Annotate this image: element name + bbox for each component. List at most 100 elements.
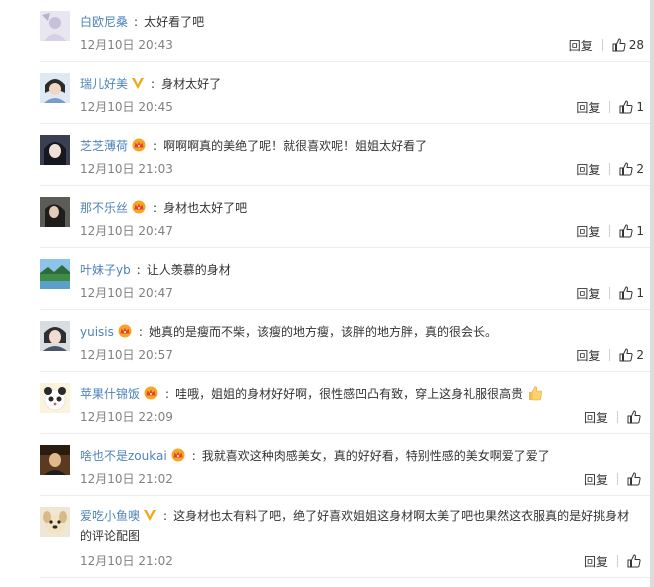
colon: : [163, 509, 168, 523]
avatar[interactable] [40, 197, 70, 227]
like-button[interactable]: 1 [619, 100, 644, 114]
comment-time[interactable]: 12月10日 20:47 [80, 285, 173, 301]
like-count: 1 [636, 286, 644, 300]
comment-item: 爱吃小鱼噢: 这身材也太有料了吧，绝了好喜欢姐姐这身材啊太美了吧也果然这衣服真的是… [0, 496, 650, 578]
colon: : [134, 15, 139, 29]
avatar[interactable] [40, 507, 70, 537]
comment-actions: 回复 2 [576, 345, 644, 365]
reply-button[interactable]: 回复 [576, 161, 600, 178]
comment-text: 哇哦，姐姐的身材好好啊，很性感凹凸有致，穿上这身礼服很高贵 [175, 387, 524, 401]
comment-text: 我就喜欢这种肉感美女，真的好好看，特别性感的美女啊爱了爱了 [201, 449, 550, 463]
action-divider [609, 349, 611, 361]
thumbs-up-icon [627, 554, 641, 568]
reply-button[interactable]: 回复 [576, 99, 600, 116]
like-button[interactable]: 2 [619, 162, 644, 176]
avatar[interactable] [40, 135, 70, 165]
comment-actions: 回复 1 [576, 97, 644, 117]
action-divider [609, 163, 611, 175]
avatar[interactable] [40, 321, 70, 351]
reply-button[interactable]: 回复 [576, 223, 600, 240]
username-link[interactable]: 爱吃小鱼噢 [80, 509, 140, 523]
action-divider [617, 473, 618, 485]
like-button[interactable] [627, 472, 644, 486]
comment-item: 那不乐丝: 身材也太好了吧 12月10日 20:47 回复 1 [0, 186, 650, 248]
comment-item: yuisis: 她真的是瘦而不柴，该瘦的地方瘦，该胖的地方胖，真的很会长。 12月… [0, 310, 650, 372]
comment-actions: 回复 [584, 407, 644, 427]
reply-button[interactable]: 回复 [584, 553, 608, 570]
colon: : [136, 263, 141, 277]
comment-time[interactable]: 12月10日 21:02 [80, 553, 173, 569]
avatar[interactable] [40, 11, 70, 41]
colon: : [153, 201, 158, 215]
comment-time[interactable]: 12月10日 20:57 [80, 347, 173, 363]
like-button[interactable] [627, 554, 644, 568]
username-link[interactable]: 那不乐丝 [80, 201, 128, 215]
username-link[interactable]: 芝芝薄荷 [80, 139, 128, 153]
comment-time[interactable]: 12月10日 20:47 [80, 223, 173, 239]
avatar[interactable] [40, 445, 70, 475]
comment-line: 苹果什锦饭: 哇哦，姐姐的身材好好啊，很性感凹凸有致，穿上这身礼服很高贵 [80, 385, 636, 403]
comment-line: yuisis: 她真的是瘦而不柴，该瘦的地方瘦，该胖的地方胖，真的很会长。 [80, 323, 636, 341]
comment-time[interactable]: 12月10日 21:02 [80, 471, 173, 487]
action-divider [609, 287, 611, 299]
thumbs-up-icon [619, 286, 633, 300]
action-divider [609, 225, 611, 237]
comment-time[interactable]: 12月10日 20:45 [80, 99, 173, 115]
username-link[interactable]: yuisis [80, 325, 114, 339]
username-link[interactable]: 苹果什锦饭 [80, 387, 140, 401]
comment-time[interactable]: 12月10日 20:43 [80, 37, 173, 53]
username-link[interactable]: 白欧尼桑 [80, 15, 128, 29]
comment-line: 白欧尼桑: 太好看了吧 [80, 13, 636, 31]
comment-item: 白欧尼桑: 太好看了吧 12月10日 20:43 回复 28 [0, 0, 650, 62]
like-count: 2 [636, 162, 644, 176]
comment-text: 让人羡慕的身材 [146, 263, 231, 277]
username-link[interactable]: 叶妹子yb [80, 263, 131, 277]
comment-line: 叶妹子yb: 让人羡慕的身材 [80, 261, 636, 279]
comment-item: 芝芝薄荷: 啊啊啊真的美绝了呢！就很喜欢呢！姐姐太好看了 12月10日 21:03… [0, 124, 650, 186]
comment-line: 啥也不是zoukai: 我就喜欢这种肉感美女，真的好好看，特别性感的美女啊爱了爱了 [80, 447, 636, 465]
comment-list: 白欧尼桑: 太好看了吧 12月10日 20:43 回复 28 瑞儿好美: 身材太好了… [0, 0, 650, 587]
comment-text: 身材也太好了吧 [163, 201, 248, 215]
reply-button[interactable]: 回复 [569, 37, 593, 54]
reply-button[interactable]: 回复 [584, 409, 608, 426]
reply-button[interactable]: 回复 [584, 471, 608, 488]
reply-button[interactable]: 回复 [576, 347, 600, 364]
comment-line: 瑞儿好美: 身材太好了 [80, 75, 636, 93]
thumbs-up-icon [627, 472, 641, 486]
crown-icon [132, 138, 146, 152]
comment-line: 爱吃小鱼噢: 这身材也太有料了吧，绝了好喜欢姐姐这身材啊太美了吧也果然这衣服真的是… [80, 506, 638, 546]
like-button[interactable]: 1 [619, 286, 644, 300]
action-divider [617, 555, 618, 567]
comment-actions: 回复 [584, 551, 644, 571]
comment-time[interactable]: 12月10日 21:03 [80, 161, 173, 177]
thumbs-up-icon [619, 162, 633, 176]
thumbs-up-icon [619, 100, 633, 114]
like-button[interactable]: 1 [619, 224, 644, 238]
like-button[interactable]: 28 [612, 38, 644, 52]
comment-text: 啊啊啊真的美绝了呢！就很喜欢呢！姐姐太好看了 [163, 139, 428, 153]
comment-actions: 回复 2 [576, 159, 644, 179]
username-link[interactable]: 瑞儿好美 [80, 77, 128, 91]
like-count: 1 [636, 100, 644, 114]
crown-icon [118, 324, 132, 338]
action-divider [617, 411, 618, 423]
avatar[interactable] [40, 383, 70, 413]
thumbs-up-icon [627, 410, 641, 424]
like-button[interactable]: 2 [619, 348, 644, 362]
reply-button[interactable]: 回复 [576, 285, 600, 302]
v-icon [144, 510, 157, 521]
comment-time[interactable]: 12月10日 22:09 [80, 409, 173, 425]
comment-item: 啥也不是zoukai: 我就喜欢这种肉感美女，真的好好看，特别性感的美女啊爱了爱了… [0, 434, 650, 496]
thumbs-up-icon [612, 38, 626, 52]
comment-text: 太好看了吧 [144, 15, 205, 29]
avatar[interactable] [40, 73, 70, 103]
username-link[interactable]: 啥也不是zoukai [80, 449, 167, 463]
comment-actions: 回复 1 [576, 283, 644, 303]
avatar[interactable] [40, 259, 70, 289]
action-divider [609, 101, 611, 113]
comment-actions: 回复 1 [576, 221, 644, 241]
colon: : [191, 449, 196, 463]
comment-line: 芝芝薄荷: 啊啊啊真的美绝了呢！就很喜欢呢！姐姐太好看了 [80, 137, 636, 155]
like-button[interactable] [627, 410, 644, 424]
scrollbar-track[interactable] [650, 0, 654, 587]
